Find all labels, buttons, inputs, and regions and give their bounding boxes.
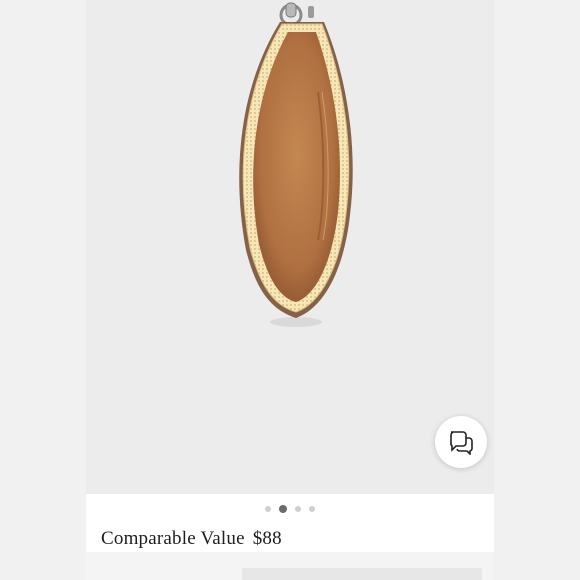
price-value: $88 <box>252 528 282 549</box>
carousel-indicator[interactable] <box>86 504 494 514</box>
listing-info-panel: Comparable Value $88 <box>86 494 494 552</box>
carousel-dot[interactable] <box>265 506 271 512</box>
right-margin <box>494 0 580 580</box>
comparable-value: Comparable Value $88 <box>101 528 282 550</box>
carousel-dot[interactable] <box>309 506 315 512</box>
keyring <box>279 2 314 27</box>
carousel-dot-active[interactable] <box>279 505 287 513</box>
listing-screen: Comparable Value $88 <box>0 0 580 580</box>
chat-bubbles-icon <box>450 431 473 455</box>
carousel-dot[interactable] <box>295 506 301 512</box>
pouch-illustration <box>239 2 353 327</box>
bottom-strip <box>86 552 494 580</box>
price-label: Comparable Value <box>101 528 245 549</box>
cut-off-element <box>242 568 482 580</box>
product-image[interactable] <box>86 0 494 494</box>
left-margin <box>0 0 86 580</box>
chat-button[interactable] <box>435 416 487 468</box>
